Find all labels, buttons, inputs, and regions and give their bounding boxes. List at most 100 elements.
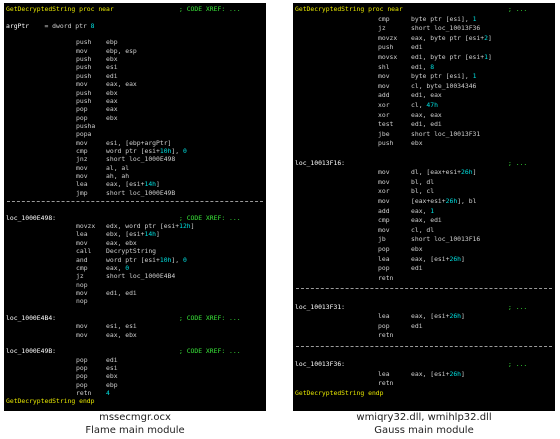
asm-operands: edi [411,321,423,330]
asm-mnemonic: mov [76,172,88,180]
asm-label: loc_10013F31: [295,302,346,311]
asm-operands: eax, [esi+26h] [411,312,465,321]
asm-operands: eax, edi [411,216,442,225]
asm-label: loc_10013F36: [295,360,346,369]
asm-operands: [eax+esi+26h], bl [411,197,477,205]
asm-mnemonic: jz [378,24,386,33]
xref-comment: ; CODE XREF: ... [179,313,241,322]
asm-operands: short loc_1000E4B4 [106,272,176,281]
xref-comment: ; CODE XREF: ... [179,347,241,356]
asm-operands: byte ptr [esi], 1 [411,14,477,23]
asm-operands: esi [106,364,118,373]
asm-operands: short loc_1000E498 [106,155,176,164]
asm-mnemonic: pop [76,372,88,381]
asm-operands: word ptr [esi+10h], 0 [106,146,187,155]
asm-mnemonic: mov [76,80,88,89]
asm-label: loc_1000E498: [6,213,57,222]
gauss-caption-desc: Gauss main module [374,425,474,436]
asm-mnemonic: lea [378,312,390,321]
asm-mnemonic: mov [378,168,390,177]
asm-operands: eax, eax [106,80,137,89]
asm-operands: bl, dl [411,177,435,186]
asm-operands: edi [411,264,423,273]
asm-mnemonic: jb [378,235,386,244]
asm-operands: edx, word ptr [esi+12h] [106,222,195,231]
asm-mnemonic: mov [76,322,88,331]
asm-operands: cl, dl [411,225,435,234]
asm-mnemonic: cmp [378,14,390,23]
asm-mnemonic: pop [76,113,88,122]
flame-caption-desc: Flame main module [85,425,185,436]
asm-operands: 4 [106,389,110,398]
asm-label: GetDecryptedString proc near [295,5,403,13]
asm-mnemonic: pop [76,355,88,364]
asm-mnemonic: mov [76,46,88,55]
asm-operands: ebx [106,55,118,64]
asm-operands: DecryptString [106,247,157,256]
asm-operands: ebp [106,380,118,389]
asm-mnemonic: mov [76,238,88,247]
asm-mnemonic: add [378,91,390,100]
asm-mnemonic: movzx [378,33,398,42]
asm-operands: esi, esi [106,322,137,331]
asm-mnemonic: retn [378,273,394,282]
asm-mnemonic: push [378,139,394,148]
asm-mnemonic: mov [76,163,88,172]
asm-mnemonic: xor [378,110,390,119]
asm-mnemonic: xor [378,187,390,196]
asm-operands: ebx [106,88,118,97]
asm-mnemonic: mov [378,197,390,205]
asm-mnemonic: pop [378,245,390,253]
asm-operands: edi, edi [106,288,137,297]
asm-mnemonic: push [76,38,92,47]
asm-mnemonic: movsx [378,53,398,61]
asm-mnemonic: mov [76,138,88,147]
asm-operands: cl, 47h [411,101,438,109]
asm-operands: edi [106,71,118,80]
asm-mnemonic: mov [378,225,390,234]
asm-operands: short loc_10013F36 [411,24,481,33]
asm-mnemonic: nop [76,280,88,289]
asm-operands: short loc_1000E49B [106,188,176,197]
asm-mnemonic: push [76,71,92,80]
asm-mnemonic: mov [378,72,390,81]
asm-operands: eax, [esi+26h] [411,254,465,263]
asm-mnemonic: pop [378,264,390,273]
asm-label: argPtr = dword ptr 8 [6,21,95,30]
asm-mnemonic: lea [76,180,88,189]
asm-mnemonic: call [76,247,92,256]
asm-mnemonic: mov [76,288,88,297]
asm-operands: edi, byte ptr [esi+1] [411,53,492,61]
asm-mnemonic: jbe [378,129,390,138]
asm-operands: eax [106,96,118,105]
asm-operands: ebp, esp [106,46,137,55]
asm-operands: eax, [esi+26h] [411,369,465,378]
asm-operands: eax [106,105,118,114]
asm-mnemonic: pusha [76,121,96,130]
asm-operands: eax, byte ptr [esi+2] [411,33,492,42]
asm-mnemonic: popa [76,130,92,139]
asm-mnemonic: jz [76,272,84,281]
asm-operands: short loc_10013F31 [411,129,481,138]
asm-operands: short loc_10013F16 [411,235,481,244]
asm-mnemonic: jnz [76,155,88,164]
flame-caption-file: mssecmgr.ocx [99,412,171,423]
asm-operands: eax, [esi+14h] [106,180,160,189]
asm-operands: edi [411,43,423,52]
asm-label: GetDecryptedString endp [6,397,95,406]
xref-comment: ; CODE XREF: ... [179,5,241,13]
asm-label: loc_1000E4B4: [6,313,57,322]
asm-mnemonic: push [76,88,92,97]
asm-mnemonic: cmp [378,216,390,225]
asm-mnemonic: and [76,255,88,264]
asm-mnemonic: mov [76,330,88,339]
asm-mnemonic: pop [378,321,390,330]
xref-comment: ; CODE XREF: ... [179,213,241,222]
asm-operands: bl, cl [411,187,435,196]
asm-operands: ebp [106,38,118,47]
asm-operands: edi, eax [411,91,442,100]
asm-mnemonic: push [76,96,92,105]
asm-operands: ebx [411,245,423,253]
block-separator [296,288,552,290]
xref-comment: ; ... [508,5,528,13]
